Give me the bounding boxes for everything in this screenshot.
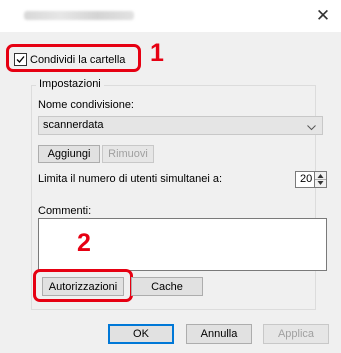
window-title-redacted — [24, 11, 134, 20]
apply-button[interactable]: Applica — [263, 324, 329, 344]
share-name-dropdown[interactable]: scannerdata — [38, 116, 323, 135]
step-2-callout: 2 — [77, 229, 91, 257]
spinner-arrows-icon — [315, 174, 326, 185]
comments-label: Commenti: — [38, 205, 92, 217]
share-name-label: Nome condivisione: — [38, 99, 134, 111]
cache-button[interactable]: Cache — [131, 277, 203, 296]
share-name-value: scannerdata — [43, 119, 104, 131]
permissions-button[interactable]: Autorizzazioni — [42, 277, 124, 296]
add-button[interactable]: Aggiungi — [38, 145, 100, 163]
step-1-callout: 1 — [150, 39, 164, 67]
settings-group-label: Impostazioni — [36, 78, 104, 90]
user-limit-input[interactable]: 20 — [295, 171, 315, 188]
ok-button[interactable]: OK — [108, 324, 174, 344]
cancel-button[interactable]: Annulla — [186, 324, 252, 344]
user-limit-label: Limita il numero di utenti simultanei a: — [38, 173, 223, 185]
close-icon[interactable]: ✕ — [312, 6, 334, 26]
remove-button[interactable]: Rimuovi — [102, 145, 154, 163]
checkmark-icon — [16, 56, 25, 63]
user-limit-spinner[interactable] — [314, 171, 327, 188]
chevron-down-icon — [307, 122, 316, 134]
checkbox-box[interactable] — [14, 53, 27, 66]
share-folder-checkbox[interactable]: Condividi la cartella — [14, 53, 125, 66]
share-folder-label: Condividi la cartella — [30, 53, 126, 66]
